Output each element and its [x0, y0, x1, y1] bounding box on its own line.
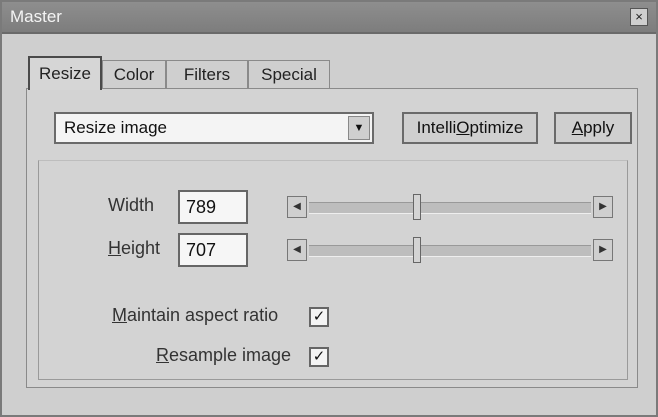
tab-filters-label: Filters — [183, 65, 231, 84]
dropdown-arrow-icon[interactable]: ▼ — [348, 116, 370, 140]
close-button[interactable]: × — [630, 8, 648, 26]
tab-filters[interactable]: Filters — [166, 60, 248, 88]
resample-checkbox[interactable]: ✓ — [309, 347, 329, 367]
window-title: Master — [10, 7, 62, 26]
width-label: Width — [108, 195, 155, 215]
height-label-accel: H — [108, 238, 121, 258]
apply-button[interactable]: Apply — [554, 112, 632, 144]
maintain-aspect-accel: M — [112, 305, 127, 325]
maintain-aspect-checkbox[interactable]: ✓ — [309, 307, 329, 327]
maintain-aspect-rest: aintain aspect ratio — [127, 305, 279, 325]
tab-special-label: Special — [261, 65, 317, 84]
tab-color-label: Color — [113, 65, 155, 84]
height-slider-track — [309, 245, 591, 257]
scroll-left-icon[interactable]: ◀ — [287, 239, 307, 261]
height-label-rest: eight — [121, 238, 161, 258]
checkmark-icon: ✓ — [312, 308, 326, 325]
intellioptimize-label-accel: O — [456, 118, 470, 137]
resample-accel: R — [156, 345, 169, 365]
mode-select-value: Resize image — [64, 118, 167, 137]
close-icon: × — [635, 9, 643, 24]
intellioptimize-label-pre: Intelli — [416, 118, 457, 137]
master-window: Master × Resize Color Filters Special Re… — [0, 0, 658, 417]
width-slider-thumb[interactable] — [413, 194, 421, 220]
height-label: Height — [108, 238, 160, 259]
title-bar[interactable]: Master × — [2, 2, 656, 34]
width-slider[interactable]: ◀ ▶ — [287, 194, 613, 220]
apply-label-accel: A — [571, 118, 584, 137]
size-groupbox — [38, 160, 628, 380]
height-input[interactable]: 707 — [178, 233, 248, 267]
scroll-left-icon[interactable]: ◀ — [287, 196, 307, 218]
intellioptimize-button[interactable]: IntelliOptimize — [402, 112, 538, 144]
width-input[interactable]: 789 — [178, 190, 248, 224]
checkmark-icon: ✓ — [312, 348, 326, 365]
mode-select[interactable]: Resize image ▼ — [54, 112, 374, 144]
apply-label-post: pply — [583, 118, 615, 137]
tab-color[interactable]: Color — [102, 60, 166, 88]
width-slider-track — [309, 202, 591, 214]
tab-resize-label: Resize — [39, 64, 91, 83]
tab-resize[interactable]: Resize — [28, 56, 102, 90]
maintain-aspect-label: Maintain aspect ratio — [112, 305, 278, 326]
scroll-right-icon[interactable]: ▶ — [593, 196, 613, 218]
intellioptimize-label-post: ptimize — [469, 118, 524, 137]
scroll-right-icon[interactable]: ▶ — [593, 239, 613, 261]
height-slider[interactable]: ◀ ▶ — [287, 237, 613, 263]
resample-label: Resample image — [156, 345, 291, 366]
height-slider-thumb[interactable] — [413, 237, 421, 263]
tab-special[interactable]: Special — [248, 60, 330, 88]
resample-rest: esample image — [169, 345, 292, 365]
